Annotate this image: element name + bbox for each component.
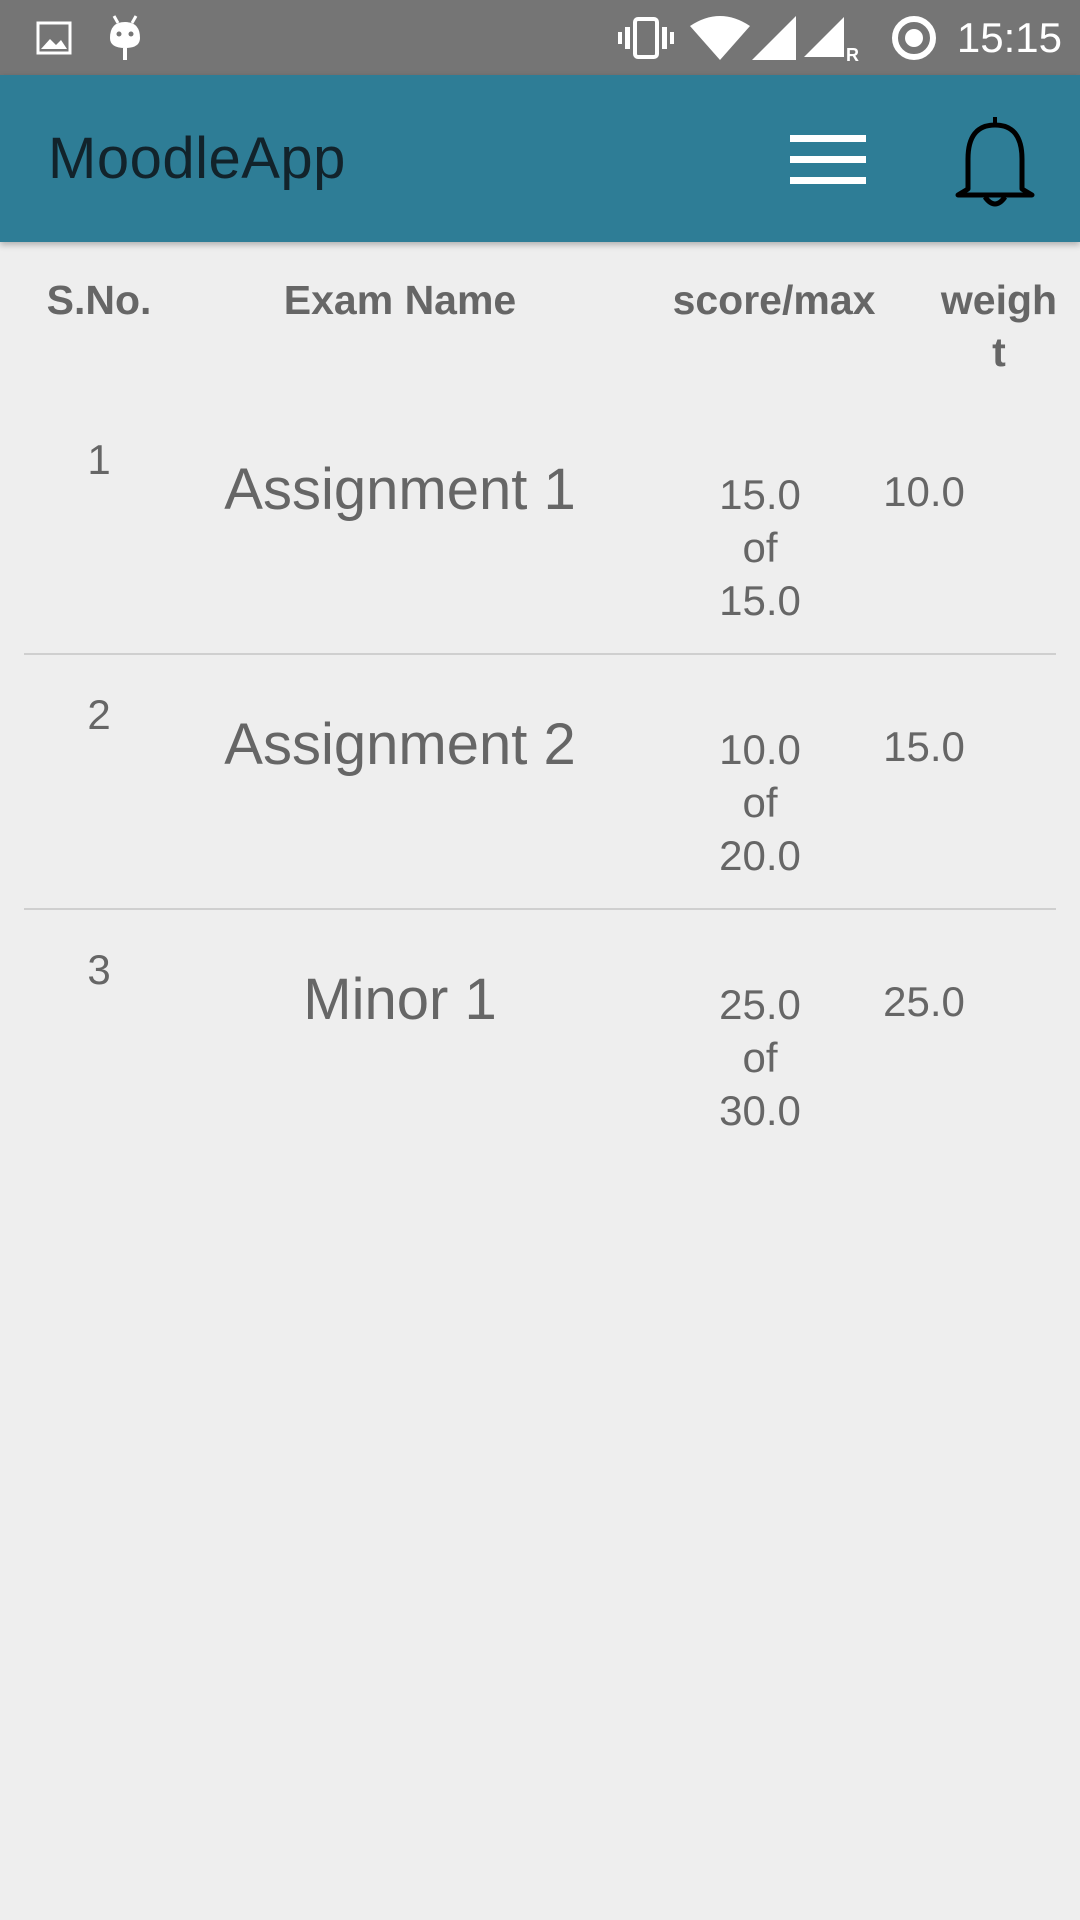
table-row[interactable]: 1 Assignment 1 15.0 of 15.0 10.0 xyxy=(24,400,1056,655)
row-sno: 3 xyxy=(87,946,111,993)
vibrate-icon xyxy=(618,0,674,75)
row-weight: 10.0 xyxy=(883,468,965,515)
app-title: MoodleApp xyxy=(48,126,346,191)
score-of: of xyxy=(742,1034,778,1081)
wifi-icon xyxy=(690,0,750,75)
image-icon xyxy=(36,0,72,75)
score-max: 20.0 xyxy=(719,832,801,879)
table-row[interactable]: 2 Assignment 2 10.0 of 20.0 15.0 xyxy=(24,655,1056,910)
signal-icon xyxy=(752,0,796,75)
row-score: 15.0 of 15.0 xyxy=(680,468,840,627)
score-max: 30.0 xyxy=(719,1087,801,1134)
score-value: 15.0 xyxy=(719,471,801,518)
row-weight: 25.0 xyxy=(883,978,965,1025)
table-header: S.No. Exam Name score/max weight xyxy=(0,258,1080,388)
row-score: 25.0 of 30.0 xyxy=(680,978,840,1137)
header-weight: weight xyxy=(940,277,1058,375)
score-of: of xyxy=(742,779,778,826)
score-value: 10.0 xyxy=(719,726,801,773)
sync-icon xyxy=(890,0,938,75)
signal-roaming-icon: R xyxy=(804,0,860,75)
row-exam-name: Minor 1 xyxy=(303,967,497,1032)
hamburger-menu-icon xyxy=(790,135,866,184)
header-exam-name: Exam Name xyxy=(283,277,517,323)
bell-icon xyxy=(955,117,1035,207)
score-max: 15.0 xyxy=(719,577,801,624)
svg-text:R: R xyxy=(846,45,859,63)
row-sno: 2 xyxy=(87,691,111,738)
app-bar: MoodleApp xyxy=(0,75,1080,242)
row-sno: 1 xyxy=(87,436,111,483)
header-score-max: score/max xyxy=(672,277,876,323)
score-value: 25.0 xyxy=(719,981,801,1028)
table-row[interactable]: 3 Minor 1 25.0 of 30.0 25.0 xyxy=(24,910,1056,1163)
score-of: of xyxy=(742,524,778,571)
notifications-button[interactable] xyxy=(940,111,1050,211)
row-score: 10.0 of 20.0 xyxy=(680,723,840,882)
header-sno: S.No. xyxy=(46,277,152,323)
status-bar: R 15:15 xyxy=(0,0,1080,75)
android-debug-icon xyxy=(106,0,144,75)
menu-button[interactable] xyxy=(770,117,886,201)
status-time: 15:15 xyxy=(956,14,1062,61)
row-exam-name: Assignment 2 xyxy=(224,712,576,777)
grades-table: 1 Assignment 1 15.0 of 15.0 10.0 2 Assig… xyxy=(0,400,1080,1163)
row-weight: 15.0 xyxy=(883,723,965,770)
row-exam-name: Assignment 1 xyxy=(224,457,576,522)
